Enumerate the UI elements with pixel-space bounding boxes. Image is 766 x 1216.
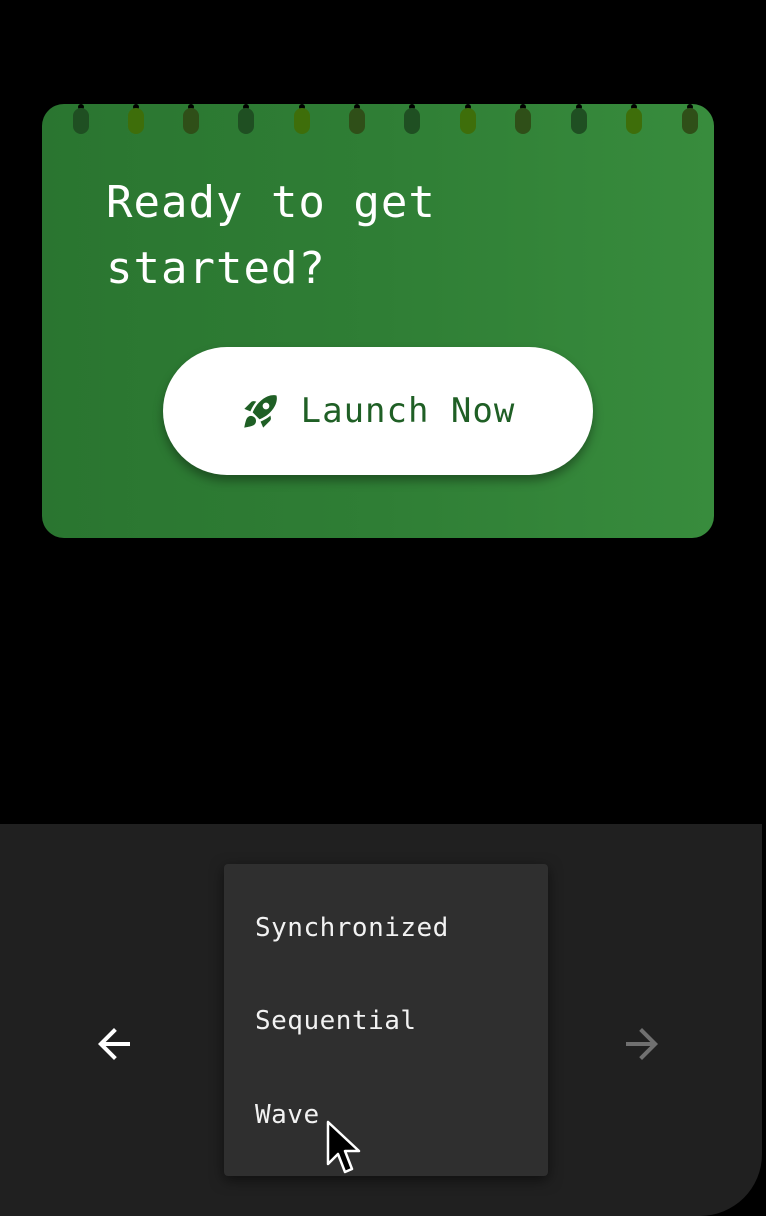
binding-ring	[183, 104, 199, 134]
binding-ring	[626, 104, 642, 134]
previous-button[interactable]	[84, 1014, 144, 1074]
binding-ring	[128, 104, 144, 134]
arrow-right-icon	[626, 1028, 658, 1060]
binding-ring	[515, 104, 531, 134]
notebook-card: Ready to get started? Launch Now	[42, 104, 714, 538]
arrow-left-icon	[98, 1028, 130, 1060]
launch-now-button[interactable]: Launch Now	[163, 347, 593, 475]
binding-ring	[238, 104, 254, 134]
launch-now-label: Launch Now	[300, 391, 516, 431]
binding-ring	[294, 104, 310, 134]
binding-ring	[460, 104, 476, 134]
card-title: Ready to get started?	[106, 177, 436, 294]
menu-item-synchronized[interactable]: Synchronized	[224, 881, 548, 975]
mouse-pointer-icon	[326, 1120, 361, 1174]
binding-ring	[349, 104, 365, 134]
menu-item-wave[interactable]: Wave	[224, 1068, 548, 1162]
menu-item-sequential[interactable]: Sequential	[224, 974, 548, 1068]
binding-ring	[73, 104, 89, 134]
binding-ring	[682, 104, 698, 134]
spiral-binding	[42, 104, 714, 144]
bottom-panel: Synchronized Sequential Wave	[0, 824, 762, 1216]
animation-mode-menu: Synchronized Sequential Wave	[224, 864, 548, 1176]
binding-ring	[404, 104, 420, 134]
next-button[interactable]	[612, 1014, 672, 1074]
binding-ring	[571, 104, 587, 134]
rocket-icon	[243, 395, 277, 428]
